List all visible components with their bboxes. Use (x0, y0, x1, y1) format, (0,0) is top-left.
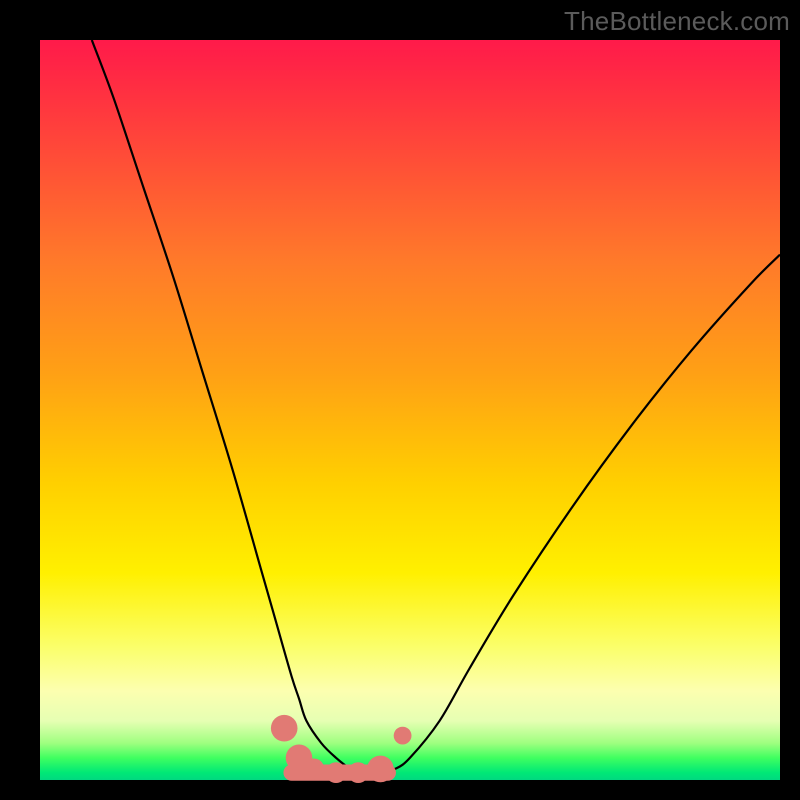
marker-trough-end (367, 756, 394, 783)
marker-trough-left-end (271, 715, 298, 742)
marker-trough-mid-3 (348, 762, 369, 783)
marker-trough-mid-2 (326, 762, 347, 783)
marker-trough-mid-1 (303, 759, 324, 780)
plot-area (40, 40, 780, 780)
bottleneck-curve-left (92, 40, 366, 773)
curve-layer (40, 40, 780, 780)
bottleneck-curve-right (366, 255, 780, 773)
marker-right-point (394, 727, 412, 745)
watermark-text: TheBottleneck.com (564, 6, 790, 37)
outer-frame: TheBottleneck.com (0, 0, 800, 800)
